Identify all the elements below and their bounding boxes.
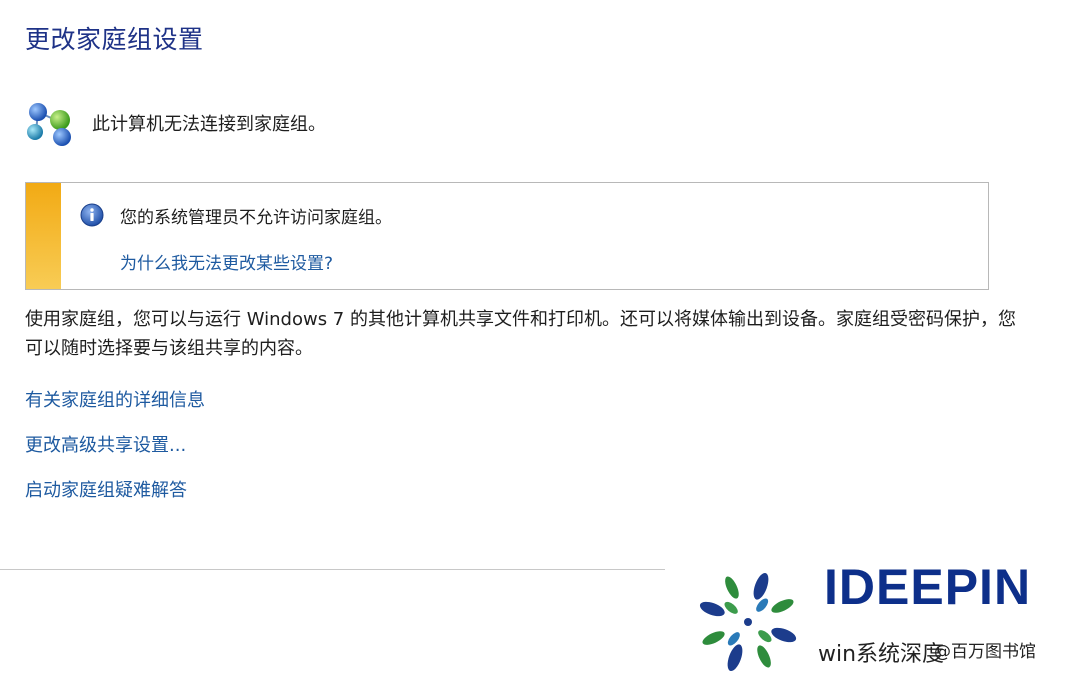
- why-cant-change-settings-link[interactable]: 为什么我无法更改某些设置?: [120, 249, 333, 274]
- homegroup-troubleshooter-link[interactable]: 启动家庭组疑难解答: [25, 476, 187, 502]
- admin-notice-panel: 您的系统管理员不允许访问家庭组。 为什么我无法更改某些设置?: [25, 182, 989, 290]
- notice-message: 您的系统管理员不允许访问家庭组。: [120, 208, 392, 228]
- info-icon: [80, 203, 104, 227]
- status-message: 此计算机无法连接到家庭组。: [92, 114, 326, 135]
- homegroup-description: 使用家庭组，您可以与运行 Windows 7 的其他计算机共享文件和打印机。还可…: [25, 309, 1016, 359]
- watermark-caption-small: @百万图书馆: [934, 642, 1036, 662]
- ideepin-logo-icon: [699, 572, 797, 672]
- watermark-brand: IDEEPIN: [824, 559, 1032, 615]
- page-title: 更改家庭组设置: [25, 25, 204, 54]
- watermark: IDEEPIN win系统深度 @百万图书馆: [690, 558, 1066, 680]
- watermark-caption: win系统深度: [818, 642, 945, 667]
- section-divider: [0, 569, 665, 570]
- homegroup-details-link[interactable]: 有关家庭组的详细信息: [25, 386, 205, 412]
- homegroup-icon: [27, 103, 71, 146]
- homegroup-status: 此计算机无法连接到家庭组。: [22, 98, 326, 148]
- warning-stripe: [26, 183, 61, 289]
- advanced-sharing-settings-link[interactable]: 更改高级共享设置...: [25, 431, 186, 457]
